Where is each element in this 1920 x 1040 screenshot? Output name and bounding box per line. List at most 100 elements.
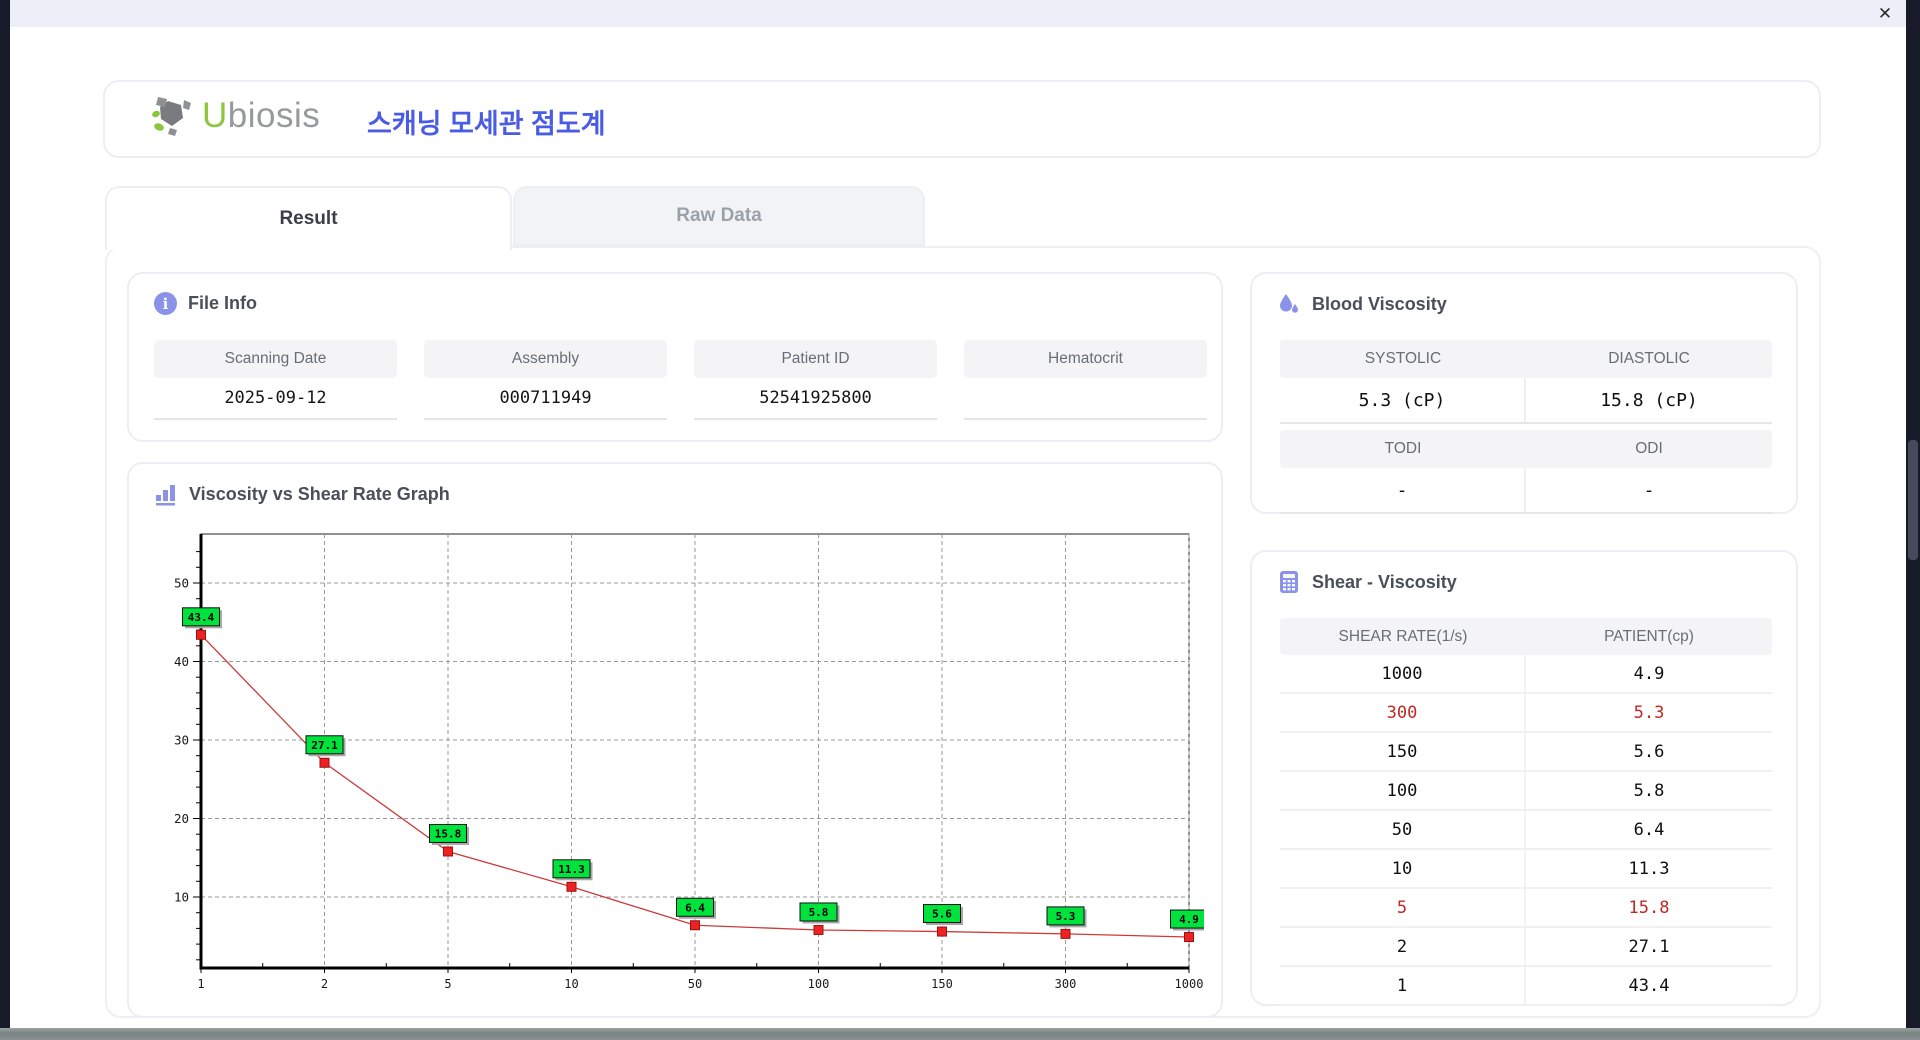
data-point-marker bbox=[443, 846, 453, 857]
tab-raw-data-label: Raw Data bbox=[676, 205, 762, 226]
logo-text: Ubiosis bbox=[202, 96, 321, 135]
x-tick-label: 2 bbox=[321, 977, 328, 991]
x-tick-label: 5 bbox=[444, 977, 451, 991]
close-icon[interactable]: ✕ bbox=[1874, 3, 1896, 25]
shear-rate-cell: 2 bbox=[1280, 928, 1526, 965]
file-info-card: i File Info Scanning Date 2025-09-12 Ass… bbox=[127, 272, 1223, 442]
patient-viscosity-cell: 43.4 bbox=[1628, 975, 1670, 996]
patient-viscosity-cell: 27.1 bbox=[1628, 936, 1670, 957]
systolic-value: 5.3 (cP) bbox=[1280, 378, 1526, 422]
field-hematocrit-value bbox=[964, 378, 1207, 420]
data-point-marker bbox=[319, 757, 330, 768]
x-tick-label: 1000 bbox=[1175, 977, 1204, 991]
shear-rate-cell: 1000 bbox=[1280, 655, 1526, 692]
data-label-text: 6.4 bbox=[685, 901, 705, 914]
shear-table-row: 5 15.8 bbox=[1280, 889, 1772, 928]
x-tick-label: 10 bbox=[564, 977, 578, 991]
ubiosis-logo: Ubiosis bbox=[150, 94, 320, 138]
shear-rate-cell: 1 bbox=[1280, 967, 1526, 1004]
data-label-text: 4.9 bbox=[1179, 913, 1199, 926]
blood-viscosity-title: Blood Viscosity bbox=[1277, 292, 1447, 316]
shear-rate-cell: 150 bbox=[1280, 733, 1526, 770]
shear-viscosity-title: Shear - Viscosity bbox=[1277, 570, 1457, 594]
data-point-marker bbox=[937, 926, 947, 937]
blood-viscosity-table: SYSTOLIC DIASTOLIC 5.3 (cP) 15.8 (cP) TO… bbox=[1280, 340, 1772, 514]
screen: ✕ Ubiosis 스캐닝 모세관 점도계 Result Raw Data i … bbox=[0, 0, 1920, 1040]
blood-viscosity-card: Blood Viscosity SYSTOLIC DIASTOLIC 5.3 (… bbox=[1250, 272, 1798, 514]
field-scanning-date-value: 2025-09-12 bbox=[154, 378, 397, 420]
tab-raw-data[interactable]: Raw Data bbox=[513, 186, 925, 246]
patient-viscosity-cell: 4.9 bbox=[1633, 663, 1665, 684]
todi-odi-header-row: TODI ODI bbox=[1280, 430, 1772, 468]
shear-rate-cell: 300 bbox=[1280, 694, 1526, 731]
odi-value: - bbox=[1643, 479, 1655, 501]
data-label-text: 5.6 bbox=[932, 908, 952, 921]
blood-viscosity-value-row: 5.3 (cP) 15.8 (cP) bbox=[1280, 378, 1772, 424]
x-tick-label: 100 bbox=[808, 977, 830, 991]
patient-viscosity-cell: 11.3 bbox=[1628, 858, 1670, 879]
window-titlebar[interactable]: ✕ bbox=[10, 0, 1906, 27]
x-tick-label: 1 bbox=[197, 977, 204, 991]
window-bottom-edge bbox=[0, 1028, 1920, 1040]
y-tick-label: 30 bbox=[174, 733, 189, 748]
field-patient-id-value: 52541925800 bbox=[694, 378, 937, 420]
field-scanning-date-label: Scanning Date bbox=[154, 340, 397, 378]
graph-card: Viscosity vs Shear Rate Graph 10 20 30 40 50… bbox=[127, 462, 1223, 1018]
field-patient-id-label: Patient ID bbox=[694, 340, 937, 378]
field-hematocrit: Hematocrit bbox=[964, 340, 1207, 420]
shear-table-header-row: SHEAR RATE(1/s) PATIENT(cp) bbox=[1280, 618, 1772, 655]
calculator-icon bbox=[1277, 570, 1301, 594]
viscosity-shear-chart: 10 20 30 40 50 1 2 5 10 50 100 150 300 1000 43.4 27.1 15… bbox=[174, 533, 1204, 991]
shear-table-row: 150 5.6 bbox=[1280, 733, 1772, 772]
info-icon: i bbox=[154, 292, 177, 315]
shear-rate-cell: 10 bbox=[1280, 850, 1526, 887]
y-tick-label: 40 bbox=[174, 654, 189, 669]
diastolic-value: 15.8 (cP) bbox=[1600, 389, 1698, 411]
shear-table-row: 50 6.4 bbox=[1280, 811, 1772, 850]
shear-table-row: 2 27.1 bbox=[1280, 928, 1772, 967]
odi-header: ODI bbox=[1635, 440, 1663, 457]
water-drops-icon bbox=[1277, 292, 1301, 316]
systolic-header: SYSTOLIC bbox=[1364, 350, 1442, 367]
data-point-marker bbox=[690, 920, 700, 931]
file-info-title-label: File Info bbox=[188, 293, 257, 313]
x-tick-label: 50 bbox=[688, 977, 702, 991]
y-tick-label: 20 bbox=[174, 811, 189, 826]
data-point-marker bbox=[813, 924, 824, 935]
patient-viscosity-cell: 5.6 bbox=[1633, 741, 1665, 762]
shear-rate-cell: 5 bbox=[1280, 889, 1526, 926]
shear-viscosity-table: SHEAR RATE(1/s) PATIENT(cp) 1000 4.9 300 5.… bbox=[1280, 618, 1772, 1006]
shear-rate-cell: 50 bbox=[1280, 811, 1526, 848]
shear-table-row: 100 5.8 bbox=[1280, 772, 1772, 811]
shear-rate-cell: 100 bbox=[1280, 772, 1526, 809]
graph-title-label: Viscosity vs Shear Rate Graph bbox=[189, 483, 450, 504]
tab-result[interactable]: Result bbox=[105, 186, 512, 250]
x-tick-label: 300 bbox=[1055, 977, 1077, 991]
page-title: 스캐닝 모세관 점도계 bbox=[367, 109, 606, 139]
todi-value: - bbox=[1280, 468, 1526, 512]
shear-viscosity-title-label: Shear - Viscosity bbox=[1312, 571, 1457, 592]
patient-viscosity-cell: 5.8 bbox=[1633, 780, 1665, 801]
shear-table-row: 1000 4.9 bbox=[1280, 655, 1772, 694]
bar-chart-icon bbox=[154, 482, 178, 506]
field-assembly-label: Assembly bbox=[424, 340, 667, 378]
tab-result-label: Result bbox=[279, 208, 338, 229]
field-assembly-value: 000711949 bbox=[424, 378, 667, 420]
file-info-title: i File Info bbox=[154, 292, 257, 315]
shear-table-row: 1 43.4 bbox=[1280, 967, 1772, 1006]
data-label-text: 15.8 bbox=[435, 827, 462, 840]
shear-viscosity-card: Shear - Viscosity SHEAR RATE(1/s) PATIEN… bbox=[1250, 550, 1798, 1006]
shear-table-row: 10 11.3 bbox=[1280, 850, 1772, 889]
ubiosis-logo-icon bbox=[152, 97, 191, 136]
background-scrollbar-thumb[interactable] bbox=[1908, 440, 1918, 560]
field-patient-id: Patient ID 52541925800 bbox=[694, 340, 937, 420]
desktop-edge-left bbox=[0, 0, 10, 1030]
field-hematocrit-label: Hematocrit bbox=[964, 340, 1207, 378]
blood-viscosity-header-row: SYSTOLIC DIASTOLIC bbox=[1280, 340, 1772, 378]
data-label-text: 43.4 bbox=[188, 611, 215, 624]
shear-table-row: 300 5.3 bbox=[1280, 694, 1772, 733]
data-label-text: 11.3 bbox=[558, 863, 585, 876]
shear-table-body: 1000 4.9 300 5.3 150 5.6 100 5.8 50 6.4 10 11.3 5 15.… bbox=[1280, 655, 1772, 1006]
patient-viscosity-cell: 5.3 bbox=[1633, 702, 1665, 723]
todi-odi-value-row: - - bbox=[1280, 468, 1772, 514]
